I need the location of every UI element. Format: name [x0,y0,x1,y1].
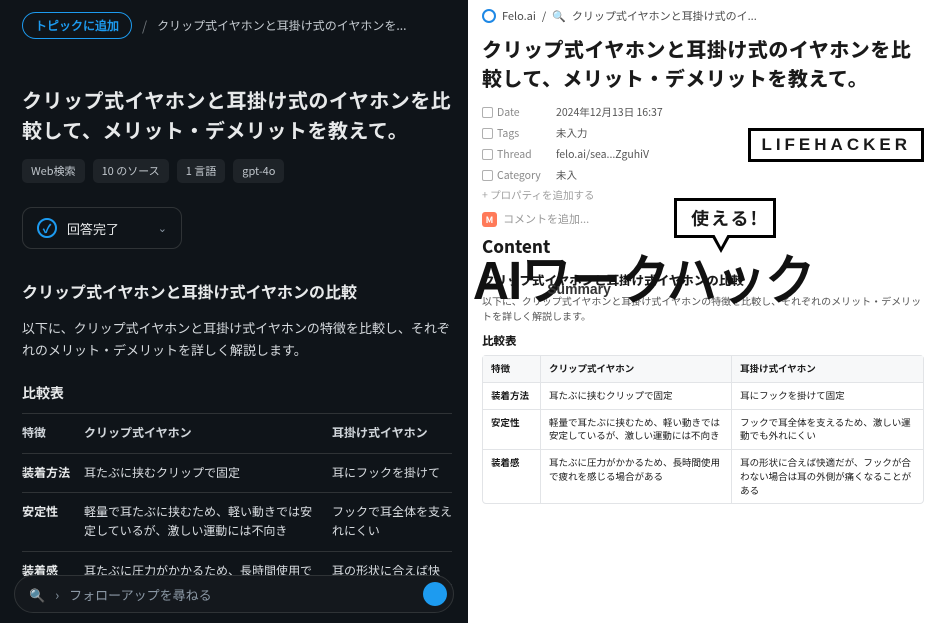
followup-placeholder: フォローアップを尋ねる [69,585,211,604]
comparison-table: 特徴 クリップ式イヤホン 耳掛け式イヤホン 装着方法 耳たぶに挟むクリップで固定… [482,355,924,504]
ai-workhack-logo: AIワークハック Summary [473,254,815,308]
td: 安定性 [22,503,84,540]
section-heading: クリップ式イヤホンと耳掛け式イヤホンの比較 [22,279,452,303]
answer-complete-toggle[interactable]: ✓ 回答完了 ⌄ [22,207,182,249]
lifehacker-logo: LIFEHACKER [748,128,924,162]
td: 耳にフックを掛けて固定 [732,383,923,409]
td: 装着方法 [22,464,84,483]
app-root: トピックに追加 / クリップ式イヤホンと耳掛け式のイヤホンを... クリップ式イ… [0,0,934,623]
meta-thread[interactable]: felo.ai/sea...ZguhiV [556,147,649,162]
summary-label-ghost: Summary [547,282,611,297]
felo-logo-icon [482,9,496,23]
clock-icon [482,107,493,118]
meta-label: Tags [497,126,519,141]
td: 軽量で耳たぶに挟むため、軽い動きでは安定しているが、激しい運動には不向き [541,410,732,450]
chat-pane: トピックに追加 / クリップ式イヤホンと耳掛け式のイヤホンを... クリップ式イ… [0,0,468,623]
category-icon [482,170,493,181]
meta-label: Thread [497,147,532,162]
answer-complete-label: 回答完了 [67,219,119,238]
meta-category-row: Category 未入 [482,165,924,186]
add-to-topic-button[interactable]: トピックに追加 [22,12,132,39]
doc-breadcrumb: Felo.ai / 🔍 クリップ式イヤホンと耳掛け式のイ... [482,8,924,24]
th-feature: 特徴 [22,424,84,443]
table-row: 装着感 耳たぶに圧力がかかるため、長時間使用で疲れを感じる場合がある 耳の形状に… [483,450,923,503]
search-icon: 🔍 [29,585,45,604]
avatar: M [482,212,497,227]
chevron-icon: › [55,585,59,604]
td: 安定性 [483,410,541,450]
table-row: 安定性 軽量で耳たぶに挟むため、軽い動きでは安定しているが、激しい運動には不向き… [483,410,923,451]
check-circle-icon: ✓ [37,218,57,238]
td: 軽量で耳たぶに挟むため、軽い動きでは安定しているが、激しい運動には不向き [84,503,332,540]
send-button[interactable] [423,582,447,606]
td: フックで耳全体を支えれにくい [332,503,452,540]
th-hook: 耳掛け式イヤホン [332,424,452,443]
speech-bubble: 使える! [674,198,776,238]
speech-bubble-text: 使える! [674,198,776,238]
add-comment-placeholder: コメントを追加... [503,211,589,227]
chevron-down-icon: ⌄ [158,220,167,236]
chip-sources[interactable]: 10 のソース [93,159,169,183]
td: 耳にフックを掛けて [332,464,452,483]
td: 耳たぶに挟むクリップで固定 [84,464,332,483]
tag-icon [482,128,493,139]
td: フックで耳全体を支えるため、激しい運動でも外れにくい [732,410,923,450]
chip-web-search[interactable]: Web検索 [22,159,85,183]
followup-input[interactable]: 🔍 › フォローアップを尋ねる [14,575,454,613]
meta-label: Date [497,105,520,120]
doc-crumb[interactable]: クリップ式イヤホンと耳掛け式のイ... [572,8,757,24]
top-bar: トピックに追加 / クリップ式イヤホンと耳掛け式のイヤホンを... [22,12,452,39]
breadcrumb-separator: / [142,16,147,35]
link-icon [482,149,493,160]
ai-workhack-text: AIワークハック [473,251,815,311]
td: 装着感 [483,450,541,503]
brand-name[interactable]: Felo.ai [502,8,536,24]
document-pane: Felo.ai / 🔍 クリップ式イヤホンと耳掛け式のイ... クリップ式イヤホ… [468,0,934,623]
doc-title: クリップ式イヤホンと耳掛け式のイヤホンを比較して、メリット・デメリットを教えて。 [482,34,924,92]
meta-date-row: Date 2024年12月13日 16:37 [482,102,924,123]
td: 耳たぶに圧力がかかるため、長時間使用で疲れを感じる場合がある [541,450,732,503]
table-row: 安定性 軽量で耳たぶに挟むため、軽い動きでは安定しているが、激しい運動には不向き… [22,493,452,551]
section-intro: 以下に、クリップ式イヤホンと耳掛け式イヤホンの特徴を比較し、それぞれのメリット・… [22,317,452,361]
meta-chips: Web検索 10 のソース 1 言語 gpt-4o [22,159,452,183]
td: 耳たぶに挟むクリップで固定 [541,383,732,409]
th: クリップ式イヤホン [541,356,732,382]
table-heading: 比較表 [482,333,924,349]
th: 特徴 [483,356,541,382]
breadcrumb[interactable]: クリップ式イヤホンと耳掛け式のイヤホンを... [157,17,406,34]
table-header-row: 特徴 クリップ式イヤホン 耳掛け式イヤホン [483,356,923,383]
table-row: 装着方法 耳たぶに挟むクリップで固定 耳にフックを掛けて固定 [483,383,923,410]
meta-label: Category [497,168,541,183]
th-clip: クリップ式イヤホン [84,424,332,443]
breadcrumb-separator: / [542,8,546,24]
th: 耳掛け式イヤホン [732,356,923,382]
chip-language[interactable]: 1 言語 [177,159,226,183]
td: 耳の形状に合えば快適だが、フックが合わない場合は耳の外側が痛くなることがある [732,450,923,503]
meta-date[interactable]: 2024年12月13日 16:37 [556,105,663,120]
query-title: クリップ式イヤホンと耳掛け式のイヤホンを比較して、メリット・デメリットを教えて。 [22,85,452,145]
td: 装着方法 [483,383,541,409]
meta-tags[interactable]: 未入力 [556,126,588,141]
table-heading: 比較表 [22,383,452,403]
table-header-row: 特徴 クリップ式イヤホン 耳掛け式イヤホン [22,414,452,454]
chip-model[interactable]: gpt-4o [233,159,284,183]
search-icon: 🔍 [552,8,566,24]
meta-category[interactable]: 未入 [556,168,577,183]
table-row: 装着方法 耳たぶに挟むクリップで固定 耳にフックを掛けて [22,454,452,494]
